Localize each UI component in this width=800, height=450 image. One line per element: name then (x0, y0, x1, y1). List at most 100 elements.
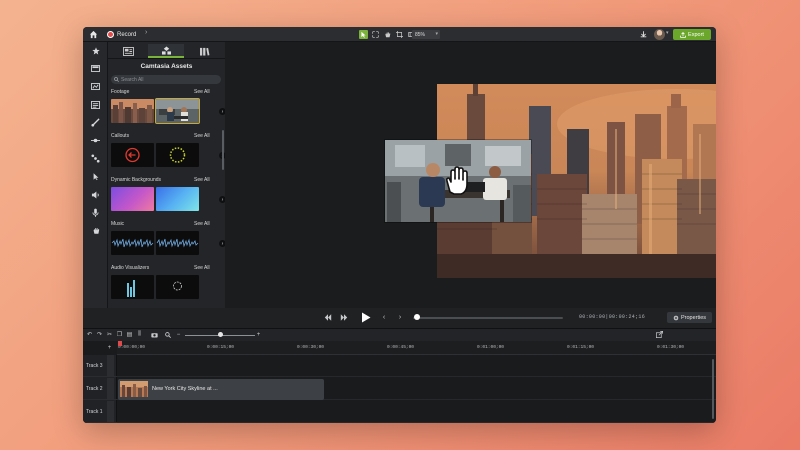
next-icon[interactable]: › (395, 312, 405, 322)
visualizer-thumbnail[interactable] (156, 275, 199, 299)
copy-icon[interactable]: ❐ (115, 330, 124, 339)
audio-effects-icon[interactable] (90, 189, 101, 200)
interactivity-icon[interactable] (90, 225, 101, 236)
track-name: Track 1 (86, 409, 103, 415)
undo-icon[interactable]: ↶ (85, 330, 94, 339)
star-icon[interactable] (90, 45, 101, 56)
zoom-select[interactable]: 85% ▾ (412, 30, 440, 39)
cut-icon[interactable]: ✂ (105, 330, 114, 339)
callout-thumbnail[interactable] (156, 143, 199, 167)
camera-icon[interactable] (150, 330, 159, 339)
timeline: ↶ ↷ ✂ ❐ ▤ ⫼ − + + ⌄ 0:00:00;00 0:00:15;0… (83, 328, 716, 423)
music-thumbnail[interactable] (156, 231, 199, 255)
track-header[interactable]: Track 2 (83, 378, 117, 400)
footage-thumbnail[interactable] (111, 99, 154, 123)
time-ruler[interactable]: 0:00:00;00 0:00:15;00 0:00:30;00 0:00:45… (117, 341, 716, 355)
search-placeholder: Search All (121, 76, 144, 83)
scrollbar[interactable] (222, 130, 224, 170)
track-controls[interactable] (107, 355, 114, 377)
step-back-icon[interactable] (323, 312, 333, 322)
play-icon (362, 312, 371, 322)
download-icon[interactable] (639, 30, 648, 39)
crop-icon[interactable] (395, 30, 404, 39)
see-all-link[interactable]: See All (194, 133, 210, 139)
ruler-label: 0:00:30;00 (297, 345, 325, 350)
chevron-down-icon[interactable]: ▾ (666, 30, 669, 36)
properties-button[interactable]: Properties (667, 312, 712, 323)
visualizer-thumbnail[interactable] (111, 275, 154, 299)
play-button[interactable] (359, 310, 373, 324)
scrollbar[interactable] (712, 359, 714, 419)
media-icon[interactable] (90, 63, 101, 74)
zoom-in-icon[interactable]: + (254, 330, 263, 339)
background-thumbnail[interactable] (156, 187, 199, 211)
zoom-out-icon[interactable]: − (174, 330, 183, 339)
tab-library[interactable] (186, 44, 222, 58)
export-label: Export (688, 31, 704, 38)
record-button[interactable]: Record (107, 29, 136, 40)
see-all-link[interactable]: See All (194, 177, 210, 183)
track-header[interactable]: Track 3 (83, 355, 117, 377)
category-label: Music (111, 221, 125, 227)
library-icon[interactable] (90, 81, 101, 92)
step-forward-icon[interactable] (339, 312, 349, 322)
see-all-link[interactable]: See All (194, 265, 210, 271)
category-label: Audio Visualizers (111, 265, 150, 271)
tool-rail (83, 42, 108, 308)
track-name: Track 3 (86, 363, 103, 369)
track-lane[interactable] (117, 355, 716, 377)
tab-templates[interactable] (110, 44, 146, 58)
assets-icon (161, 45, 171, 55)
ruler-label: 0:01:15;00 (567, 345, 595, 350)
track-lanes: New York City Skyline at ... (117, 355, 716, 423)
track-lane[interactable] (117, 401, 716, 423)
track-header[interactable]: Track 1 (83, 401, 117, 423)
ruler-label: 0:00:15;00 (207, 345, 235, 350)
callout-thumbnail[interactable] (111, 143, 154, 167)
behaviors-icon[interactable] (90, 135, 101, 146)
paste-icon[interactable]: ▤ (125, 330, 134, 339)
timecode: 00:00:00|00:00:24;16 (579, 314, 646, 320)
track-controls[interactable] (107, 378, 114, 400)
export-button[interactable]: Export (673, 29, 711, 40)
scrub-handle[interactable] (414, 314, 420, 320)
see-all-link[interactable]: See All (194, 89, 210, 95)
camtasia-window: Record › 85% ▾ ▾ Export Camtasia Assets … (83, 27, 716, 423)
music-thumbnail[interactable] (111, 231, 154, 255)
hand-cursor-icon (443, 166, 473, 196)
gear-icon (673, 315, 679, 320)
chevron-down-icon: ▾ (435, 31, 438, 37)
chevron-right-icon[interactable]: › (145, 29, 147, 36)
top-toolbar: Record › 85% ▾ ▾ Export (83, 27, 716, 42)
scrub-bar[interactable] (413, 317, 563, 319)
select-tool-icon[interactable] (359, 30, 368, 39)
previous-icon[interactable]: ‹ (379, 312, 389, 322)
animations-icon[interactable] (90, 153, 101, 164)
track-controls[interactable] (107, 401, 114, 423)
timeline-clip[interactable]: New York City Skyline at ... (118, 379, 324, 400)
detach-icon[interactable] (655, 330, 664, 339)
avatar[interactable] (654, 29, 665, 40)
properties-label: Properties (680, 314, 707, 321)
transitions-icon[interactable] (90, 117, 101, 128)
split-icon[interactable]: ⫼ (135, 330, 144, 339)
annotations-icon[interactable] (90, 99, 101, 110)
ruler-label: 0:01:30;00 (657, 345, 685, 350)
zoom-icon[interactable] (163, 330, 172, 339)
background-thumbnail[interactable] (111, 187, 154, 211)
cursor-effects-icon[interactable] (90, 171, 101, 182)
redo-icon[interactable]: ↷ (95, 330, 104, 339)
search-input[interactable]: Search All (111, 75, 221, 84)
pan-hand-icon[interactable] (383, 30, 392, 39)
voice-narration-icon[interactable] (90, 207, 101, 218)
tab-assets[interactable] (148, 44, 184, 58)
fit-icon[interactable] (371, 30, 380, 39)
home-icon[interactable] (88, 29, 98, 39)
see-all-link[interactable]: See All (194, 221, 210, 227)
footage-thumbnail-selected[interactable] (155, 98, 200, 124)
timeline-zoom-handle[interactable] (218, 332, 223, 337)
playhead[interactable] (118, 341, 122, 346)
panel-title: Camtasia Assets (140, 63, 193, 70)
category-label: Dynamic Backgrounds (111, 177, 162, 183)
track-name: Track 2 (86, 386, 103, 392)
